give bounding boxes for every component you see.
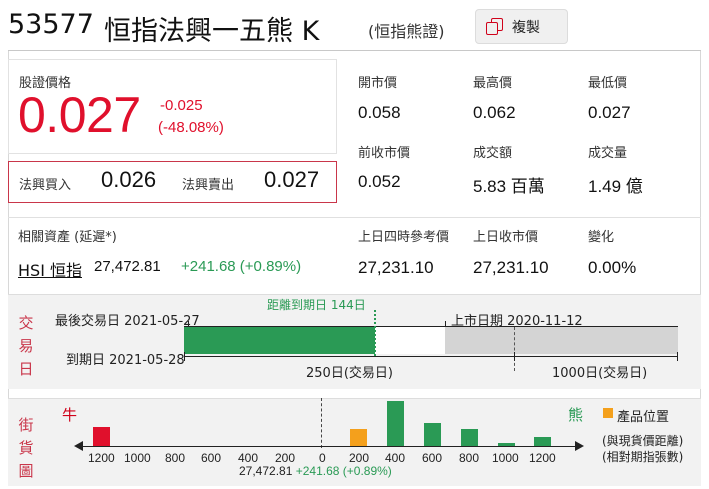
listing-tick (445, 321, 446, 327)
product-type: (恒指熊證) (368, 22, 445, 41)
hsi-change: +241.68 (+0.89%) (181, 258, 302, 275)
price-change: -0.025 (160, 97, 203, 114)
product-position-legend: 產品位置 (617, 410, 670, 425)
stat-value-volume: 1.49 億 (588, 177, 643, 196)
hsi-link[interactable]: HSI 恒指 (18, 257, 82, 281)
product-bar (350, 429, 367, 446)
days-to-expiry: 距離到期日 144日 (267, 298, 366, 312)
bear-bar (461, 429, 478, 446)
header-divider (8, 50, 701, 51)
stock-code: 53577 (8, 9, 94, 40)
bull-bar (93, 427, 110, 446)
trading-days-label-3: 日 (18, 360, 34, 378)
current-position-marker (374, 310, 376, 356)
timeline-elapsed-bar (184, 327, 375, 354)
related-asset-label: 相關資產 (延遲*) (18, 230, 117, 245)
change-value: 0.00% (588, 258, 637, 277)
current-price: 0.027 (18, 87, 141, 143)
stat-value-prev-close: 0.052 (358, 172, 401, 191)
timeline-top-line (184, 326, 678, 327)
trading-days-label-1: 交 (18, 314, 34, 332)
spot-value: 27,472.81 (239, 464, 293, 478)
ref-price-label: 上日四時參考價 (358, 230, 450, 245)
x-tick-label: 0 (319, 451, 326, 465)
bear-label: 熊 (568, 406, 584, 424)
prev-close-value: 27,231.10 (473, 258, 549, 277)
spot-change: +241.68 (+0.89%) (295, 464, 392, 478)
bull-label: 牛 (62, 406, 78, 424)
scale-1000-label: 1000日(交易日) (552, 366, 648, 381)
x-tick-label: 600 (201, 451, 222, 465)
spot-reference: 27,472.81 +241.68 (+0.89%) (239, 464, 392, 478)
trading-days-label-2: 易 (18, 337, 34, 355)
x-tick-label: 1200 (88, 451, 115, 465)
ask-value: 0.027 (264, 167, 320, 192)
last-trade-tick (188, 321, 189, 327)
price-change-pct: (-48.08%) (158, 119, 224, 136)
bid-label: 法興買入 (19, 178, 72, 193)
street-goods-label-2: 貨 (18, 439, 34, 457)
bear-bar (534, 437, 551, 446)
axis-left-arrow (74, 441, 83, 451)
street-goods-label-1: 街 (18, 416, 34, 434)
axis-tick-mid (514, 352, 515, 361)
copy-icon (486, 17, 504, 36)
copy-button[interactable]: 複製 (475, 9, 568, 44)
product-position-swatch (603, 408, 613, 418)
contracts-note: (相對期指張數) (602, 450, 684, 464)
hsi-value: 27,472.81 (94, 258, 161, 275)
scale-break-marker (514, 327, 515, 371)
x-tick-label: 1000 (492, 451, 519, 465)
axis-tick-end (677, 352, 678, 361)
timeline-remaining-bar (375, 327, 445, 354)
change-label: 變化 (588, 230, 615, 245)
bear-bar (387, 401, 404, 446)
copy-label: 複製 (512, 19, 540, 36)
stat-label-low: 最低價 (588, 76, 628, 91)
stat-label-turnover: 成交額 (473, 146, 513, 161)
x-tick-label: 200 (275, 451, 296, 465)
x-tick-label: 600 (422, 451, 443, 465)
street-goods-axis (80, 446, 575, 447)
x-tick-label: 800 (459, 451, 480, 465)
stat-label-high: 最高價 (473, 76, 513, 91)
scale-250-label: 250日(交易日) (306, 366, 393, 381)
ask-label: 法興賣出 (182, 178, 235, 193)
prev-close-label: 上日收市價 (473, 230, 539, 245)
section-divider (8, 217, 701, 218)
street-goods-label-3: 圖 (18, 462, 34, 480)
spot-price-line (321, 398, 322, 448)
stat-value-low: 0.027 (588, 103, 631, 122)
product-name: 恒指法興一五熊 K (104, 16, 320, 47)
x-tick-label: 400 (385, 451, 406, 465)
last-trade-date: 最後交易日 2021-05-27 (55, 314, 200, 329)
bear-bar (424, 423, 441, 446)
x-tick-label: 800 (165, 451, 186, 465)
stat-value-open: 0.058 (358, 103, 401, 122)
timeline-axis (184, 356, 678, 357)
timeline-history-bar (445, 327, 678, 354)
x-tick-label: 400 (238, 451, 259, 465)
bid-value: 0.026 (101, 167, 157, 192)
axis-tick-start (184, 352, 185, 361)
stat-label-volume: 成交量 (588, 146, 628, 161)
distance-note: (與現貨價距離) (602, 434, 684, 448)
stat-label-prev-close: 前收市價 (358, 146, 411, 161)
expiry-date: 到期日 2021-05-28 (66, 353, 185, 368)
stat-value-turnover: 5.83 百萬 (473, 177, 545, 196)
stat-label-open: 開市價 (358, 76, 398, 91)
axis-right-arrow (575, 441, 584, 451)
x-tick-label: 200 (349, 451, 370, 465)
x-tick-label: 1200 (529, 451, 556, 465)
stat-value-high: 0.062 (473, 103, 516, 122)
ref-price-value: 27,231.10 (358, 258, 434, 277)
x-tick-label: 1000 (124, 451, 151, 465)
